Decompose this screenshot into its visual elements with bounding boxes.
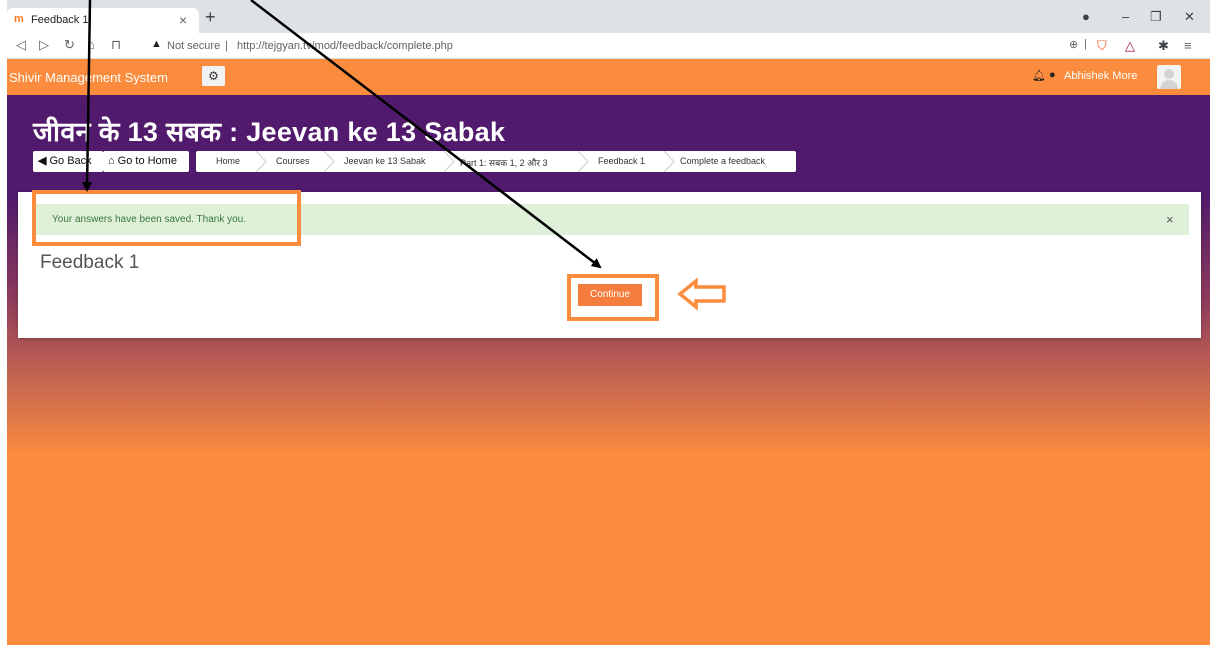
breadcrumb-section[interactable]: Part 1: सबक 1, 2 और 3 [460, 156, 548, 169]
continue-highlight-box [567, 274, 659, 321]
warning-icon: ▲ [151, 38, 162, 50]
address-bar[interactable]: ▲ Not secure | http://tejgyan.tv/mod/fee… [145, 36, 1065, 56]
breadcrumb-courses[interactable]: Courses [276, 156, 310, 166]
back-arrow-icon[interactable]: ◁ [16, 37, 26, 53]
menu-icon[interactable]: ≡ [1184, 38, 1192, 53]
user-name[interactable]: Abhishek More [1064, 70, 1137, 82]
zoom-icon[interactable]: ⊕ [1069, 38, 1078, 51]
brave-rewards-icon[interactable]: △ [1125, 38, 1135, 54]
window-close-icon[interactable]: ✕ [1184, 9, 1195, 25]
arrow-circle-left-icon: ◀ [38, 155, 47, 167]
site-navbar: Shivir Management System ⚙ 🔔︎ ● Abhishek… [7, 59, 1210, 95]
restore-icon[interactable]: ❐ [1150, 9, 1162, 25]
breadcrumb-course[interactable]: Jeevan ke 13 Sabak [344, 156, 426, 166]
tab-title: Feedback 1 [31, 14, 89, 26]
feedback-title: Feedback 1 [40, 252, 140, 273]
breadcrumb-current: Complete a feedback [680, 156, 766, 166]
browser-toolbar: ◁ ▷ ↻ ⌂ ⊓ ▲ Not secure | http://tejgyan.… [7, 33, 1210, 59]
extensions-icon[interactable]: ✱ [1158, 38, 1169, 54]
toolbar-divider: | [1084, 38, 1087, 50]
brave-shield-icon[interactable]: ⛉ [1097, 38, 1107, 54]
tab-favicon-icon: m [14, 13, 24, 25]
reload-icon[interactable]: ↻ [64, 37, 75, 53]
screenshot-frame: m Feedback 1 × + ● – ❐ ✕ ◁ ▷ ↻ ⌂ ⊓ ▲ Not… [7, 0, 1210, 645]
new-tab-button[interactable]: + [205, 7, 216, 28]
bookmark-icon[interactable]: ⊓ [111, 37, 121, 53]
site-brand[interactable]: Shivir Management System [9, 70, 168, 85]
minimize-icon[interactable]: – [1122, 9, 1129, 24]
breadcrumb-home[interactable]: Home [216, 156, 240, 166]
home-icon[interactable]: ⌂ [87, 37, 95, 52]
address-divider: | [225, 40, 228, 52]
breadcrumb-feedback[interactable]: Feedback 1 [598, 156, 645, 166]
close-icon[interactable]: × [1166, 212, 1174, 227]
chat-icon[interactable]: ● [1049, 69, 1056, 81]
bell-icon[interactable]: 🔔︎ [1032, 69, 1046, 82]
security-label: Not secure [167, 40, 221, 52]
profile-icon[interactable]: ● [1082, 9, 1090, 24]
avatar[interactable] [1157, 65, 1181, 89]
url-text[interactable]: http://tejgyan.tv/mod/feedback/complete.… [237, 40, 453, 52]
page-title: जीवन के 13 सबक : Jeevan ke 13 Sabak [33, 117, 506, 147]
browser-tabstrip: m Feedback 1 × + ● – ❐ ✕ [7, 0, 1210, 33]
gear-icon[interactable]: ⚙ [202, 66, 225, 86]
tab-close-icon[interactable]: × [179, 12, 187, 28]
page-body: जीवन के 13 सबक : Jeevan ke 13 Sabak ◀ Go … [7, 95, 1210, 645]
go-home-label: Go to Home [117, 155, 177, 167]
forward-arrow-icon[interactable]: ▷ [39, 37, 49, 53]
go-home-button[interactable]: ⌂ Go to Home [103, 151, 189, 172]
alert-highlight-box [32, 190, 301, 246]
browser-tab[interactable]: m Feedback 1 × [7, 8, 199, 33]
go-back-button[interactable]: ◀ Go Back [33, 151, 103, 172]
breadcrumb: Home Courses Jeevan ke 13 Sabak Part 1: … [196, 151, 796, 172]
house-icon: ⌂ [108, 155, 115, 167]
go-back-label: Go Back [49, 155, 92, 167]
